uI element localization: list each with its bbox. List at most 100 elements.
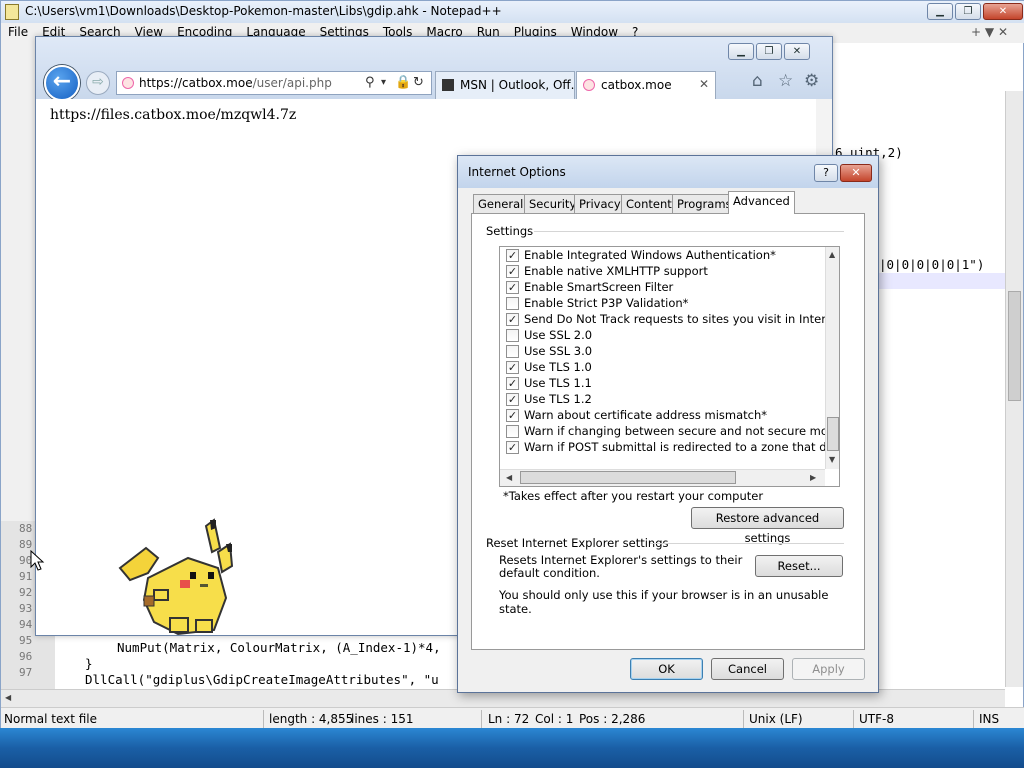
back-arrow-icon[interactable]: ← <box>44 65 80 101</box>
advanced-settings-list[interactable]: ✓ Enable Integrated Windows Authenticatio… <box>499 246 840 487</box>
help-icon[interactable]: ? <box>814 164 838 182</box>
tab-programs[interactable]: Programs <box>672 194 737 213</box>
refresh-icon[interactable]: ↻ <box>413 75 424 90</box>
list-horizontal-scrollbar[interactable]: ◀ ▶ <box>500 469 825 486</box>
tab-msn[interactable]: MSN | Outlook, Off... <box>435 71 575 99</box>
menu-right-controls[interactable]: + ▼ ✕ <box>964 23 1015 41</box>
forward-arrow-icon[interactable]: ⇨ <box>86 71 110 95</box>
catbox-icon <box>583 79 595 91</box>
close-icon[interactable]: ✕ <box>784 43 810 60</box>
checkbox-icon[interactable]: ✓ <box>506 441 519 454</box>
checkbox-icon[interactable] <box>506 345 519 358</box>
taskbar <box>0 728 1024 768</box>
scroll-arrow-icon[interactable]: ▼ <box>829 455 835 464</box>
close-icon[interactable]: ✕ <box>840 164 872 182</box>
code-line-95: NumPut(Matrix, ColourMatrix, (A_Index-1)… <box>117 640 441 655</box>
scroll-arrow-icon[interactable]: ▶ <box>810 473 816 482</box>
setting-row[interactable]: Use SSL 3.0 <box>506 344 593 360</box>
setting-row[interactable]: ✓ Use TLS 1.2 <box>506 392 592 408</box>
tab-security[interactable]: Security <box>524 194 582 213</box>
tab-catbox[interactable]: catbox.moe ✕ <box>576 71 716 99</box>
pikachu-sprite[interactable] <box>118 518 234 636</box>
checkbox-icon[interactable] <box>506 329 519 342</box>
search-icon[interactable]: ⚲ <box>365 75 375 90</box>
lock-icon[interactable]: 🔒 <box>395 75 411 90</box>
scroll-arrow-icon[interactable]: ▲ <box>829 250 835 259</box>
line-number: 96 <box>19 650 33 663</box>
checkbox-icon[interactable]: ✓ <box>506 377 519 390</box>
apply-button[interactable]: Apply <box>792 658 865 680</box>
setting-label: Use TLS 1.1 <box>524 376 592 390</box>
home-icon[interactable]: ⌂ <box>752 71 763 91</box>
tab-general[interactable]: General <box>473 194 529 213</box>
status-ln: Ln : 72 <box>488 712 530 726</box>
status-col: Col : 1 <box>535 712 574 726</box>
setting-label: Use SSL 2.0 <box>524 328 593 342</box>
restore-advanced-settings-button[interactable]: Restore advanced settings <box>691 507 844 545</box>
site-favicon <box>122 77 134 89</box>
ie-window-controls: ▁ ❐ ✕ <box>728 43 810 60</box>
scroll-thumb[interactable] <box>1008 291 1021 401</box>
menu-file[interactable]: File <box>1 23 35 41</box>
status-encoding: UTF-8 <box>859 712 894 726</box>
minimize-icon[interactable]: ▁ <box>728 43 754 60</box>
setting-label: Enable native XMLHTTP support <box>524 264 708 278</box>
checkbox-icon[interactable]: ✓ <box>506 361 519 374</box>
checkbox-icon[interactable]: ✓ <box>506 313 519 326</box>
checkbox-icon[interactable]: ✓ <box>506 409 519 422</box>
checkbox-icon[interactable] <box>506 297 519 310</box>
setting-row[interactable]: ✓ Warn if POST submittal is redirected to… <box>506 440 840 456</box>
url-host: https://catbox.moe <box>139 76 253 90</box>
setting-label: Use TLS 1.2 <box>524 392 592 406</box>
reset-button[interactable]: Reset... <box>755 555 843 577</box>
setting-row[interactable]: ✓ Enable native XMLHTTP support <box>506 264 708 280</box>
notepadpp-titlebar[interactable]: C:\Users\vm1\Downloads\Desktop-Pokemon-m… <box>1 1 1024 23</box>
status-filetype: Normal text file <box>4 712 98 726</box>
scroll-arrow-icon[interactable]: ◀ <box>506 473 512 482</box>
dialog-titlebar[interactable]: Internet Options ? ✕ <box>458 156 878 188</box>
maximize-icon[interactable]: ❐ <box>955 3 981 20</box>
setting-row[interactable]: ✓ Enable Integrated Windows Authenticatio… <box>506 248 776 264</box>
address-bar[interactable]: https://catbox.moe/user/api.php ⚲ ▾ 🔒 ↻ <box>116 71 432 95</box>
ie-toolbar-frame: ▁ ❐ ✕ ← ⇨ https://catbox.moe/user/api.ph… <box>36 37 832 101</box>
checkbox-icon[interactable]: ✓ <box>506 249 519 262</box>
scroll-thumb[interactable] <box>520 471 736 484</box>
checkbox-icon[interactable] <box>506 425 519 438</box>
setting-row[interactable]: ✓ Send Do Not Track requests to sites you… <box>506 312 839 328</box>
tab-content[interactable]: Content <box>621 194 677 213</box>
checkbox-icon[interactable]: ✓ <box>506 281 519 294</box>
cancel-button[interactable]: Cancel <box>711 658 784 680</box>
code-fragment: |0|0|0|0|0|1") <box>879 257 985 272</box>
checkbox-icon[interactable]: ✓ <box>506 265 519 278</box>
tab-advanced[interactable]: Advanced <box>728 191 795 214</box>
setting-row[interactable]: ✓ Use TLS 1.0 <box>506 360 592 376</box>
ie-toolbar-icons: ⌂ ☆ ⚙ <box>748 71 832 95</box>
ok-button[interactable]: OK <box>630 658 703 680</box>
notepad-icon <box>5 4 19 20</box>
star-icon[interactable]: ☆ <box>778 71 793 91</box>
code-line-97: DllCall("gdiplus\GdipCreateImageAttribut… <box>85 672 439 687</box>
editor-vertical-scrollbar[interactable] <box>1005 91 1023 687</box>
dropdown-icon[interactable]: ▾ <box>381 77 386 88</box>
setting-label: Use SSL 3.0 <box>524 344 593 358</box>
setting-row[interactable]: Use SSL 2.0 <box>506 328 593 344</box>
close-icon[interactable]: ✕ <box>699 77 709 91</box>
gear-icon[interactable]: ⚙ <box>804 71 819 91</box>
setting-label: Warn if POST submittal is redirected to … <box>524 440 840 454</box>
scroll-arrow-icon[interactable]: ◀ <box>5 693 11 702</box>
tab-privacy[interactable]: Privacy <box>574 194 626 213</box>
setting-label: Enable Strict P3P Validation* <box>524 296 689 310</box>
setting-row[interactable]: Enable Strict P3P Validation* <box>506 296 689 312</box>
setting-row[interactable]: ✓ Warn about certificate address mismatch… <box>506 408 767 424</box>
list-vertical-scrollbar[interactable]: ▲ ▼ <box>825 247 839 469</box>
close-icon[interactable]: ✕ <box>983 3 1023 20</box>
scroll-thumb[interactable] <box>827 417 839 451</box>
setting-row[interactable]: Warn if changing between secure and not … <box>506 424 839 440</box>
address-url[interactable]: https://catbox.moe/user/api.php <box>139 76 332 90</box>
maximize-icon[interactable]: ❐ <box>756 43 782 60</box>
checkbox-icon[interactable]: ✓ <box>506 393 519 406</box>
setting-row[interactable]: ✓ Use TLS 1.1 <box>506 376 592 392</box>
internet-options-dialog: Internet Options ? ✕ General Security Pr… <box>457 155 879 693</box>
setting-row[interactable]: ✓ Enable SmartScreen Filter <box>506 280 673 296</box>
minimize-icon[interactable]: ▁ <box>927 3 953 20</box>
